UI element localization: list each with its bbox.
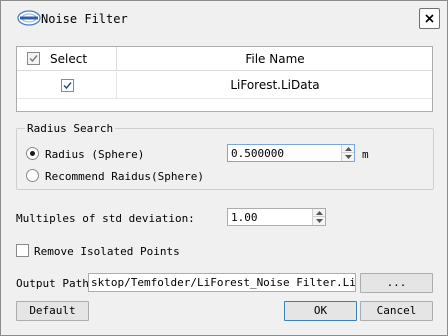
noise-filter-dialog: Noise Filter Select File Name LiForest.L…	[0, 0, 448, 336]
column-label-select: Select	[50, 52, 88, 66]
radius-sphere-radio[interactable]	[26, 147, 39, 160]
std-deviation-label: Multiples of std deviation:	[16, 212, 195, 225]
table-header: Select File Name	[17, 47, 432, 71]
output-path-label: Output Path:	[16, 277, 96, 290]
chevron-up-icon	[315, 210, 323, 215]
table-row[interactable]: LiForest.LiData	[17, 72, 432, 99]
ok-button[interactable]: OK	[284, 301, 357, 321]
radio-selected-dot	[30, 151, 35, 156]
window-title: Noise Filter	[41, 12, 128, 26]
column-header-select[interactable]: Select	[17, 47, 117, 71]
cancel-button[interactable]: Cancel	[360, 301, 433, 321]
browse-button[interactable]: ...	[360, 273, 433, 293]
output-path-value: sktop/Temfolder/LiForest_Noise Filter.Li…	[91, 276, 356, 289]
spin-buttons	[312, 209, 325, 225]
spin-up-button[interactable]	[342, 145, 354, 153]
remove-isolated-label[interactable]: Remove Isolated Points	[34, 245, 180, 258]
close-icon	[425, 14, 434, 23]
recommend-radius-radio[interactable]	[26, 169, 39, 182]
radius-unit-label: m	[362, 148, 369, 161]
radius-search-group-label: Radius Search	[25, 122, 116, 135]
spin-down-button[interactable]	[342, 153, 354, 161]
output-path-input[interactable]: sktop/Temfolder/LiForest_Noise Filter.Li…	[88, 273, 356, 292]
row-checkbox[interactable]	[61, 79, 74, 92]
remove-isolated-checkbox[interactable]	[16, 244, 29, 257]
chevron-down-icon	[315, 219, 323, 223]
std-deviation-value: 1.00	[231, 211, 258, 224]
file-table: Select File Name LiForest.LiData	[16, 46, 433, 112]
radius-value: 0.500000	[231, 147, 284, 160]
close-button[interactable]	[419, 8, 440, 29]
title-bar: Noise Filter	[1, 1, 447, 35]
spin-up-button[interactable]	[313, 209, 325, 217]
default-button[interactable]: Default	[16, 301, 89, 321]
spin-buttons	[341, 145, 354, 161]
select-all-checkbox[interactable]	[27, 52, 40, 65]
row-file-name: LiForest.LiData	[230, 78, 320, 92]
column-header-file-name[interactable]: File Name	[118, 47, 432, 71]
chevron-down-icon	[344, 155, 352, 159]
recommend-radius-label[interactable]: Recommend Raidus(Sphere)	[45, 170, 204, 183]
radius-value-spinbox[interactable]: 0.500000	[227, 144, 355, 162]
radius-sphere-label[interactable]: Radius (Sphere)	[45, 148, 144, 161]
std-deviation-spinbox[interactable]: 1.00	[227, 208, 326, 226]
spin-down-button[interactable]	[313, 217, 325, 225]
chevron-up-icon	[344, 146, 352, 151]
liforest-logo-icon	[17, 10, 41, 26]
row-select-cell	[17, 72, 117, 99]
check-icon	[63, 82, 72, 90]
check-icon	[29, 55, 38, 63]
